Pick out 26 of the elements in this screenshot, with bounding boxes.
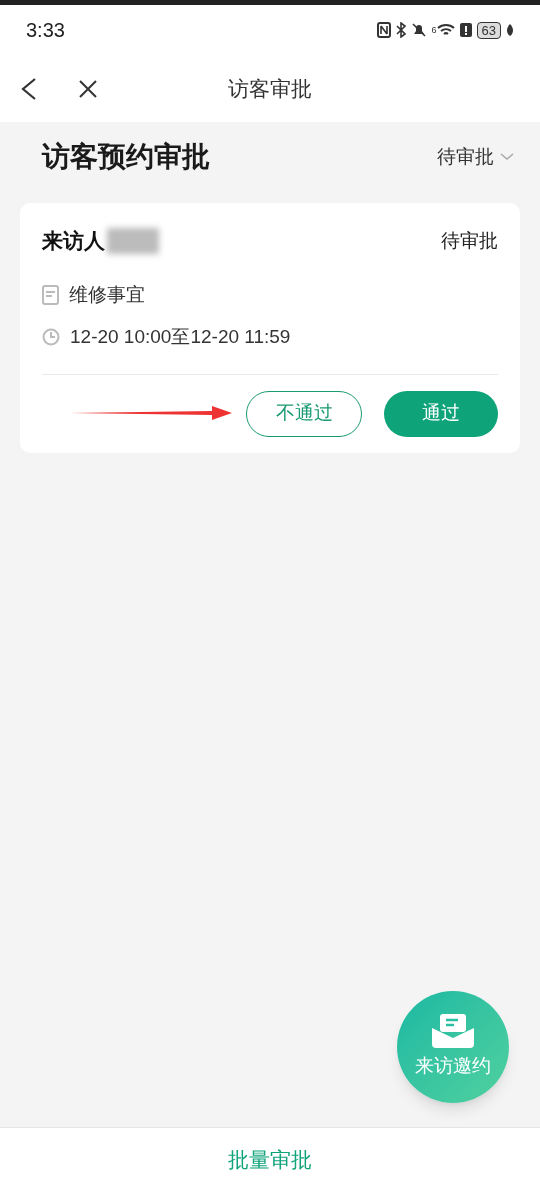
alert-icon — [459, 22, 472, 38]
time-text: 12-20 10:00至12-20 11:59 — [70, 325, 291, 349]
muted-bell-icon — [410, 22, 427, 38]
purpose-text: 维修事宜 — [69, 282, 145, 307]
clock-icon — [42, 328, 60, 347]
back-icon[interactable] — [20, 76, 38, 101]
page-title: 访客预约审批 — [42, 140, 210, 174]
status-time: 3:33 — [26, 18, 65, 43]
chevron-down-icon — [500, 153, 514, 161]
bluetooth-icon — [395, 22, 406, 38]
visitor-label: 来访人 — [42, 228, 105, 254]
nfc-icon — [376, 22, 391, 38]
envelope-icon — [432, 1013, 474, 1048]
document-icon — [42, 284, 59, 305]
window-title: 访客审批 — [228, 75, 312, 102]
batch-approve-button[interactable]: 批量审批 — [0, 1127, 540, 1191]
approve-button[interactable]: 通过 — [384, 390, 498, 437]
wifi-label: 6 — [431, 23, 437, 37]
invite-fab[interactable]: 来访邀约 — [397, 991, 509, 1103]
status-label: 待审批 — [441, 228, 498, 253]
battery-icon: 63 — [476, 21, 501, 39]
wifi-icon — [436, 23, 455, 37]
blurred-name — [107, 227, 159, 254]
status-filter[interactable]: 待审批 — [437, 142, 514, 172]
close-icon[interactable] — [78, 78, 98, 99]
leaf-icon — [506, 23, 514, 37]
